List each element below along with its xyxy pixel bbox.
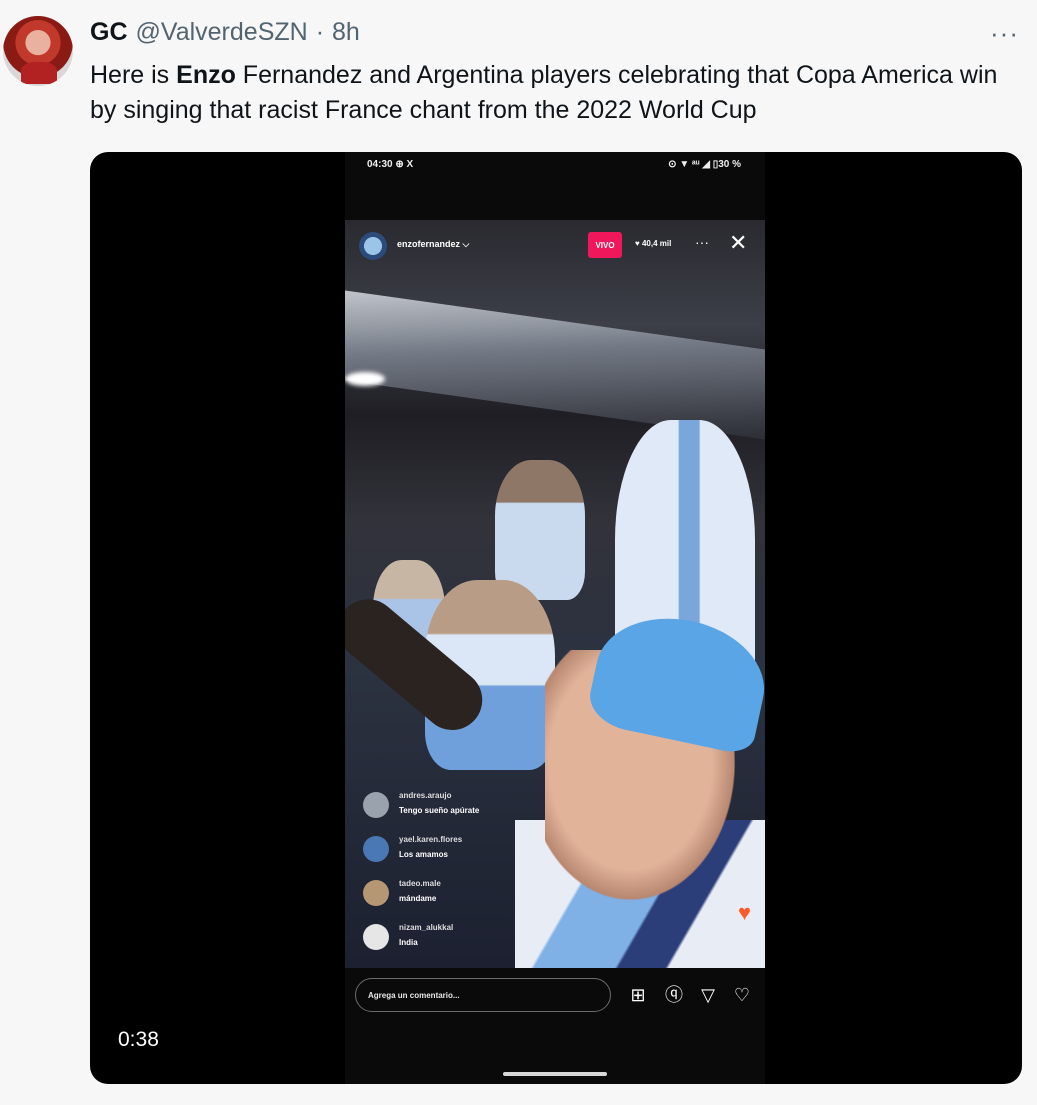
- tweet-text-bold: Enzo: [176, 61, 236, 89]
- commenter-name: andres.araujo: [399, 791, 452, 800]
- list-item: andres.araujo Tengo sueño apúrate: [363, 788, 563, 832]
- tweet-time[interactable]: 8h: [332, 18, 360, 47]
- video-player[interactable]: 04:30 ⊕ X ⊙ ▼ ᵃᵘ ◢ ▯30 % enzofernandez ⌵…: [90, 152, 1022, 1084]
- tweet-header: GC @ValverdeSZN · 8h: [90, 18, 360, 47]
- heart-reaction-icon: ♥: [738, 900, 752, 925]
- list-item: nizam_alukkal India: [363, 920, 563, 964]
- list-item: tadeo.male mándame: [363, 876, 563, 920]
- comment-text: Tengo sueño apúrate: [399, 806, 480, 815]
- bus-ceiling: [345, 290, 765, 440]
- tweet-text: Here is Enzo Fernandez and Argentina pla…: [90, 58, 1010, 128]
- more-options-icon[interactable]: ···: [990, 18, 1019, 49]
- status-right: ⊙ ▼ ᵃᵘ ◢ ▯30 %: [668, 159, 741, 170]
- comment-text: mándame: [399, 894, 437, 903]
- ceiling-light: [345, 372, 385, 386]
- author-avatar[interactable]: [3, 16, 73, 86]
- live-video-scene: enzofernandez ⌵ VIVO ♥ 40,4 mil ··· ✕ an…: [345, 220, 765, 968]
- live-comments: andres.araujo Tengo sueño apúrate yael.k…: [363, 788, 563, 964]
- player-figure: [495, 460, 585, 600]
- author-name[interactable]: GC: [90, 18, 128, 47]
- send-icon: ▽: [701, 985, 715, 1005]
- live-header: enzofernandez ⌵ VIVO ♥ 40,4 mil ··· ✕: [345, 220, 765, 270]
- commenter-avatar: [363, 880, 389, 906]
- commenter-avatar: [363, 792, 389, 818]
- live-input-bar: ⊞ ⓠ ▽ ♡: [345, 974, 765, 1024]
- commenter-name: nizam_alukkal: [399, 923, 454, 932]
- tweet-text-start: Here is: [90, 61, 177, 89]
- commenter-avatar: [363, 924, 389, 950]
- list-item: yael.karen.flores Los amamos: [363, 832, 563, 876]
- comment-text: India: [399, 938, 418, 947]
- commenter-name: yael.karen.flores: [399, 835, 463, 844]
- viewer-count: ♥ 40,4 mil: [635, 239, 672, 248]
- header-separator: ·: [315, 18, 325, 46]
- close-icon: ✕: [729, 230, 748, 255]
- live-username: enzofernandez ⌵: [397, 239, 470, 249]
- live-user-avatar: [359, 232, 387, 260]
- phone-status-bar: 04:30 ⊕ X ⊙ ▼ ᵃᵘ ◢ ▯30 %: [345, 152, 765, 180]
- question-icon: ⓠ: [665, 985, 683, 1005]
- heart-icon: ♡: [733, 985, 751, 1005]
- commenter-avatar: [363, 836, 389, 862]
- status-left: 04:30 ⊕ X: [367, 159, 414, 170]
- phone-home-indicator: [503, 1072, 607, 1076]
- video-frame: 04:30 ⊕ X ⊙ ▼ ᵃᵘ ◢ ▯30 % enzofernandez ⌵…: [345, 152, 765, 1084]
- live-more-icon: ···: [695, 234, 709, 250]
- comment-text: Los amamos: [399, 850, 448, 859]
- author-handle[interactable]: @ValverdeSZN: [136, 18, 308, 47]
- video-duration: 0:38: [118, 1028, 159, 1051]
- live-comment-input: [355, 978, 611, 1012]
- commenter-name: tadeo.male: [399, 879, 441, 888]
- live-badge: VIVO: [588, 232, 622, 258]
- add-guest-icon: ⊞: [630, 985, 646, 1005]
